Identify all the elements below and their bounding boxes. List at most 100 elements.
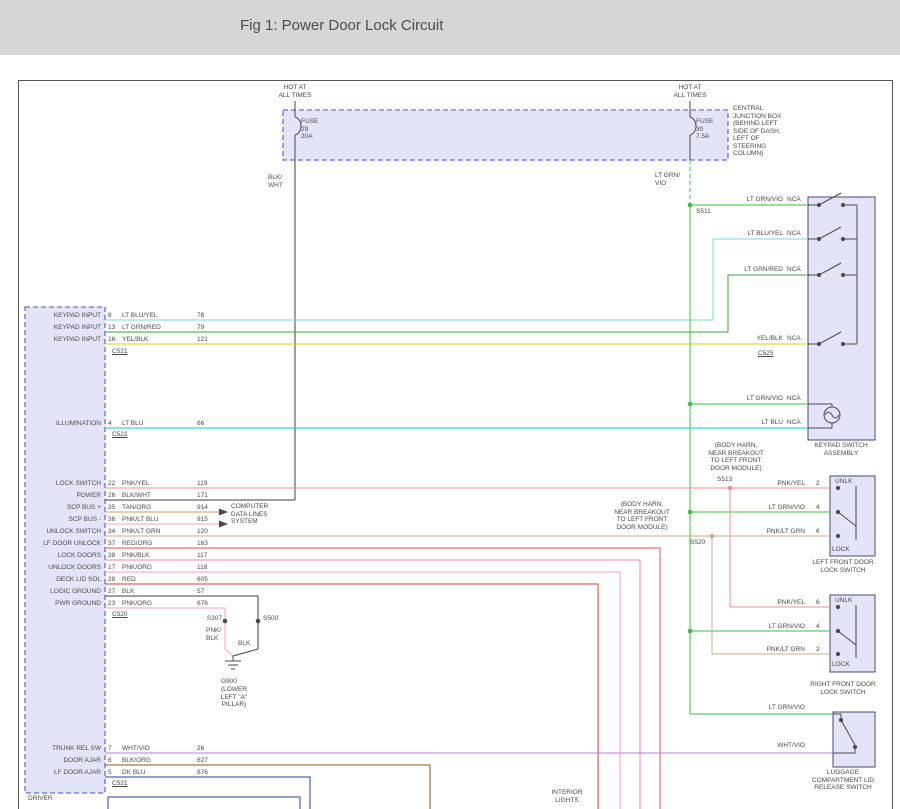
module-pin-circuit: 120 [197, 528, 208, 536]
module-pin-label: LOCK SWITCH [28, 480, 101, 488]
lf-wire-pin: 4 [816, 504, 820, 512]
wire-label-lt-grn-vio: LT GRN/ VIO [655, 172, 680, 187]
module-pin-number: 16 [108, 336, 115, 344]
module-pin-label: DOOR AJAR [28, 757, 101, 765]
module-pin-circuit: 57 [197, 588, 204, 596]
fuse-29-label: FUSE 29 20A [301, 118, 318, 141]
module-pin-row: LOCK DOORS38PNK/BLK117 [0, 552, 900, 561]
lf-switch-lock-label: LOCK [832, 546, 850, 554]
module-pin-wire: PNK/YEL [122, 480, 149, 488]
module-pin-number: 22 [108, 480, 115, 488]
connector-c525: C525 [758, 350, 774, 358]
module-pin-label: UNLOCK SWITCH [28, 528, 101, 536]
rf-wire-pin: 4 [816, 623, 820, 631]
rf-wire-name: PNK/YEL [733, 599, 805, 607]
splice-s511-label: S511 [696, 208, 711, 216]
rf-wire-name: PNK/LT GRN [733, 646, 805, 654]
module-pin-circuit: 79 [197, 324, 204, 332]
module-pin-label: ILLUMINATION [28, 420, 101, 428]
module-pin-wire: BLK [122, 588, 134, 596]
module-pin-number: 36 [108, 516, 115, 524]
module-pin-circuit: 915 [197, 516, 208, 524]
module-pin-number: 37 [108, 540, 115, 548]
module-pin-circuit: 66 [197, 420, 204, 428]
lf-wire-name: LT GRN/VIO [733, 504, 805, 512]
rf-switch-lock-label: LOCK [832, 661, 850, 669]
connector-c522: C522 [112, 431, 128, 439]
lf-wire-pin: 2 [816, 480, 820, 488]
rf-wire-name: LT GRN/VIO [733, 623, 805, 631]
keypad-wire-name: LT BLU/YEL [713, 230, 783, 238]
module-pin-row: SCP BUS -36PNK/LT BLU915 [0, 516, 900, 525]
module-pin-label: LF DOOR AJAR [28, 769, 101, 777]
module-pin-circuit: 627 [197, 757, 208, 765]
module-pin-wire: BLK/WHT [122, 492, 151, 500]
wire-label-blk: BLK [238, 640, 250, 648]
module-pin-wire: LT GRN/RED [122, 324, 161, 332]
keypad-assembly-caption: KEYPAD SWITCH ASSEMBLY [804, 442, 878, 457]
module-pin-circuit: 118 [197, 564, 207, 572]
keypad-wire-nca: NCA [787, 266, 801, 274]
module-pin-wire: RED [122, 576, 136, 584]
module-pin-wire: DK BLU [122, 769, 145, 777]
splice-s500-label: S500 [263, 615, 278, 623]
luggage-switch-caption: LUGGAGE COMPARTMENT LID RELEASE SWITCH [801, 769, 885, 792]
module-pin-circuit: 26 [197, 745, 204, 753]
module-pin-wire: BLK/ORG [122, 757, 151, 765]
module-pin-row: LF DOOR UNLOCK 37 RED/ORG 163 [0, 540, 900, 549]
module-pin-row: KEYPAD INPUT8LT BLU/YEL78 [0, 312, 900, 321]
module-pin-wire: PNK/ORG [122, 564, 152, 572]
module-pin-circuit: 117 [197, 552, 207, 560]
module-pin-wire: LT BLU/YEL [122, 312, 158, 320]
module-pin-row: KEYPAD INPUT16YEL/BLK121 [0, 336, 900, 345]
module-pin-number: 8 [108, 312, 112, 320]
module-pin-number: 26 [108, 492, 115, 500]
module-pin-circuit: 676 [197, 600, 208, 608]
module-pin-row: LF DOOR AJAR5DK BLU876 [0, 769, 900, 778]
module-pin-wire: WHT/VIO [122, 745, 150, 753]
module-pin-row: UNLOCK DOORS17PNK/ORG118 [0, 564, 900, 573]
module-pin-wire: PNK/LT BLU [122, 516, 159, 524]
rf-switch-unlk-label: UNLK [835, 597, 852, 605]
lf-switch-caption: LEFT FRONT DOOR LOCK SWITCH [803, 559, 883, 574]
module-pin-label: TRUNK REL SW [28, 745, 101, 753]
module-pin-wire: RED/ORG [122, 540, 152, 548]
module-pin-row: DECK LID SOL28RED605 [0, 576, 900, 585]
module-pin-number: 6 [108, 757, 112, 765]
body-harness-note-1: (BODY HARN, NEAR BREAKOUT TO LEFT FRONT … [700, 442, 772, 472]
module-pin-circuit: 914 [197, 504, 208, 512]
module-pin-circuit: 876 [197, 769, 208, 777]
keypad-wire-nca: NCA [787, 230, 801, 238]
rf-wire-pin: 2 [816, 646, 820, 654]
keypad-wire-name: LT GRN/VIO [713, 196, 783, 204]
keypad-wire-name: LT GRN/RED [713, 266, 783, 274]
module-pin-wire: LT BLU [122, 420, 143, 428]
module-pin-label: LF DOOR UNLOCK [28, 540, 101, 548]
keypad-wire-name: LT GRN/VIO [713, 395, 783, 403]
module-pin-number: 35 [108, 504, 115, 512]
rf-wire-pin: 6 [816, 599, 820, 607]
wire-label-pnk-blk: PNK/ BLK [206, 627, 221, 642]
module-pin-row: LOGIC GROUND27BLK57 [0, 588, 900, 597]
central-junction-box-note: CENTRAL JUNCTION BOX (BEHIND LEFT SIDE O… [733, 105, 781, 158]
hot-at-all-times-right: HOT AT ALL TIMES [665, 84, 715, 99]
lf-switch-unlk-label: UNLK [835, 478, 852, 486]
module-pin-wire: PNK/ORG [122, 600, 152, 608]
lf-wire-name: PNK/YEL [733, 480, 805, 488]
luggage-wire-name: WHT/VIO [733, 742, 805, 750]
lf-wire-pin: 6 [816, 528, 820, 536]
module-pin-number: 34 [108, 528, 115, 536]
module-pin-wire: PNK/LT GRN [122, 528, 160, 536]
module-pin-wire: PNK/BLK [122, 552, 149, 560]
wire-label-blk-wht: BLK/ WHT [268, 174, 283, 189]
hot-at-all-times-left: HOT AT ALL TIMES [270, 84, 320, 99]
module-pin-number: 7 [108, 745, 112, 753]
module-pin-number: 38 [108, 552, 115, 560]
module-pin-label: DECK LID SOL [28, 576, 101, 584]
module-pin-wire: YEL/BLK [122, 336, 148, 344]
module-pin-row: DOOR AJAR 6 BLK/ORG 627 [0, 757, 900, 766]
module-pin-number: 27 [108, 588, 115, 596]
ground-g900-label: G900 [221, 678, 237, 686]
module-pin-circuit: 163 [197, 540, 208, 548]
module-pin-circuit: 171 [197, 492, 208, 500]
